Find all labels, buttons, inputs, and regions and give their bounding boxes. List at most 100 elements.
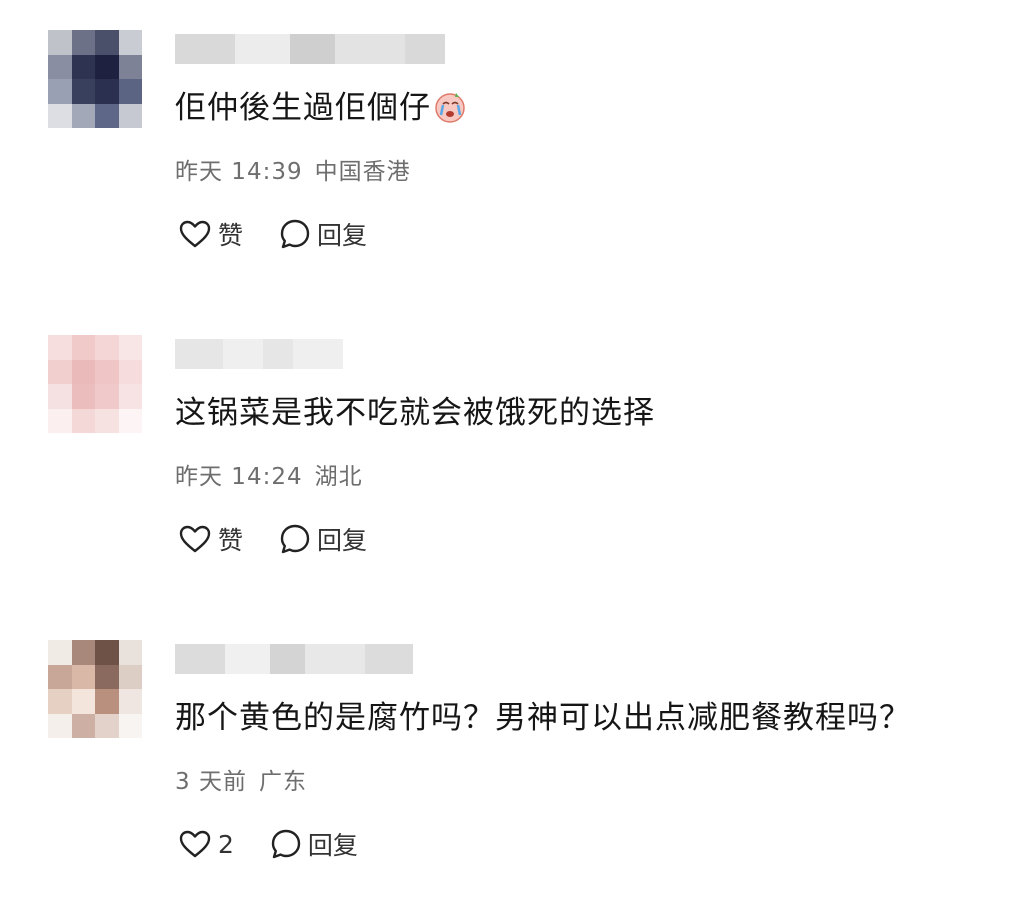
- avatar-pixel: [118, 384, 142, 409]
- username-pixel: [175, 644, 225, 674]
- comment-text: 佢仲後生過佢個仔: [175, 85, 467, 131]
- comment-time: 昨天 14:24: [175, 464, 303, 490]
- avatar-pixel: [48, 359, 72, 384]
- avatar-pixel: [95, 713, 119, 738]
- like-count: 2: [218, 829, 234, 859]
- username-pixel: [293, 339, 343, 369]
- avatar-pixel: [95, 640, 119, 665]
- avatar-pixel: [71, 384, 95, 409]
- avatar-pixel: [95, 79, 119, 104]
- username-pixel: [175, 34, 235, 64]
- username-blurred[interactable]: [175, 339, 343, 369]
- heart-icon: [179, 830, 211, 858]
- avatar-pixel: [71, 640, 95, 665]
- avatar-pixel: [118, 30, 142, 55]
- avatar-pixel: [48, 54, 72, 79]
- avatar-pixel: [118, 335, 142, 360]
- avatar-pixel: [71, 30, 95, 55]
- like-button[interactable]: 赞: [178, 521, 243, 557]
- username-pixel: [263, 339, 293, 369]
- comment-location: 中国香港: [314, 159, 411, 185]
- username-pixel: [335, 34, 405, 64]
- speech-bubble-icon: [280, 524, 310, 554]
- avatar-pixel: [71, 79, 95, 104]
- avatar-pixel: [118, 664, 142, 689]
- reply-label: 回复: [307, 831, 358, 860]
- username-pixel: [290, 34, 335, 64]
- comment-body: 这锅菜是我不吃就会被饿死的选择: [175, 395, 655, 431]
- avatar-pixel: [95, 384, 119, 409]
- avatar-pixel: [95, 664, 119, 689]
- comment-actions: 赞 回复: [178, 519, 367, 559]
- like-button[interactable]: 2: [178, 829, 234, 859]
- avatar-pixel: [48, 689, 72, 714]
- comment-actions: 2 回复: [178, 824, 358, 864]
- username-blurred[interactable]: [175, 644, 413, 674]
- avatar-pixel: [71, 103, 95, 128]
- avatar-pixel: [48, 408, 72, 433]
- username-pixel: [365, 644, 413, 674]
- avatar-pixel: [95, 335, 119, 360]
- avatar-pixel: [71, 408, 95, 433]
- avatar[interactable]: [48, 30, 142, 128]
- reply-button[interactable]: 回复: [279, 521, 367, 557]
- speech-bubble-icon: [280, 219, 310, 249]
- reply-button[interactable]: 回复: [270, 826, 358, 862]
- username-pixel: [223, 339, 263, 369]
- avatar-pixel: [71, 335, 95, 360]
- avatar-pixel: [118, 408, 142, 433]
- comment-item: 这锅菜是我不吃就会被饿死的选择 昨天 14:24 湖北 赞 回复: [0, 305, 1020, 605]
- reply-label: 回复: [317, 221, 368, 250]
- comment-location: 湖北: [314, 464, 363, 490]
- avatar-pixel: [95, 103, 119, 128]
- avatar[interactable]: [48, 640, 142, 738]
- avatar-pixel: [71, 713, 95, 738]
- avatar-pixel: [48, 79, 72, 104]
- avatar-pixel: [71, 359, 95, 384]
- like-button[interactable]: 赞: [178, 216, 243, 252]
- avatar-pixel: [48, 664, 72, 689]
- crying-face-icon: [435, 93, 465, 123]
- reply-button[interactable]: 回复: [279, 216, 367, 252]
- username-pixel: [225, 644, 270, 674]
- avatar-pixel: [71, 54, 95, 79]
- avatar-pixel: [48, 384, 72, 409]
- username-blurred[interactable]: [175, 34, 445, 64]
- avatar-pixel: [48, 640, 72, 665]
- avatar-pixel: [95, 359, 119, 384]
- avatar-pixel: [118, 359, 142, 384]
- avatar-pixel: [48, 713, 72, 738]
- comment-text: 那个黄色的是腐竹吗？男神可以出点减肥餐教程吗？: [175, 695, 911, 741]
- reply-label: 回复: [317, 526, 368, 555]
- comment-body: 佢仲後生過佢個仔: [175, 90, 431, 126]
- avatar-pixel: [95, 689, 119, 714]
- username-pixel: [305, 644, 365, 674]
- username-pixel: [175, 339, 223, 369]
- comment-meta: 昨天 14:24 湖北: [175, 459, 363, 495]
- username-pixel: [235, 34, 290, 64]
- like-label: 赞: [218, 526, 244, 555]
- avatar-pixel: [118, 713, 142, 738]
- heart-icon: [179, 220, 211, 248]
- speech-bubble-icon: [271, 829, 301, 859]
- avatar-pixel: [118, 689, 142, 714]
- avatar-pixel: [71, 664, 95, 689]
- like-label: 赞: [218, 221, 244, 250]
- comment-item: 那个黄色的是腐竹吗？男神可以出点减肥餐教程吗？ 3 天前 广东 2 回复: [0, 610, 1020, 910]
- avatar[interactable]: [48, 335, 142, 433]
- comment-meta: 3 天前 广东: [175, 764, 307, 800]
- avatar-pixel: [48, 30, 72, 55]
- avatar-pixel: [95, 408, 119, 433]
- username-pixel: [270, 644, 305, 674]
- avatar-pixel: [95, 30, 119, 55]
- comment-time: 3 天前: [175, 769, 247, 795]
- avatar-pixel: [118, 79, 142, 104]
- avatar-pixel: [48, 335, 72, 360]
- comment-actions: 赞 回复: [178, 214, 367, 254]
- heart-icon: [179, 525, 211, 553]
- comment-body: 那个黄色的是腐竹吗？男神可以出点减肥餐教程吗？: [175, 700, 911, 736]
- avatar-pixel: [118, 103, 142, 128]
- comment-location: 广东: [258, 769, 307, 795]
- comment-item: 佢仲後生過佢個仔 昨天 14:39 中国香港 赞 回复: [0, 0, 1020, 300]
- avatar-pixel: [118, 54, 142, 79]
